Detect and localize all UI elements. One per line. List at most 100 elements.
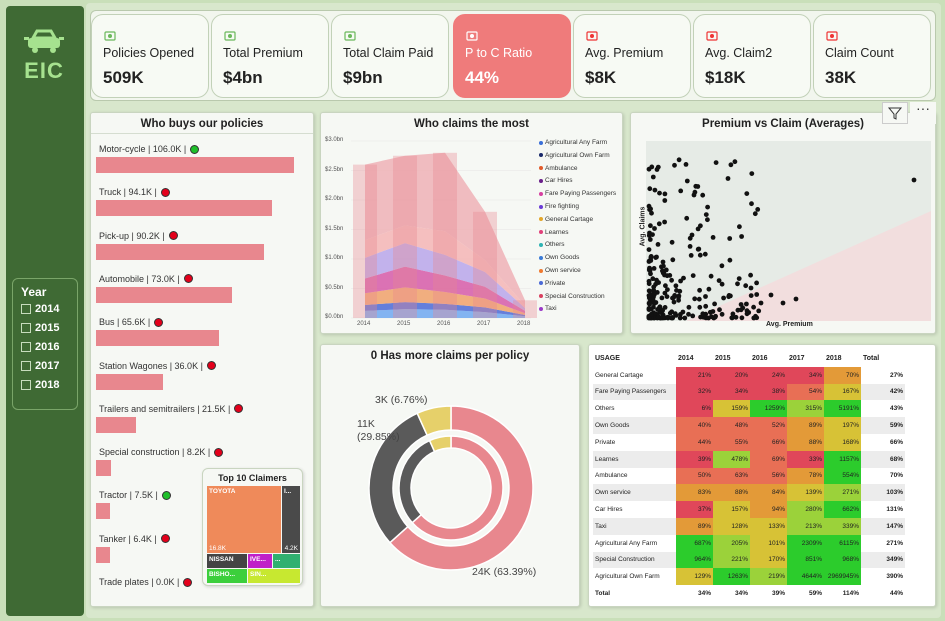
scatter-point	[665, 315, 671, 321]
table-row: Own Goods 40% 48% 52% 89% 197% 59%	[593, 417, 905, 434]
checkbox-icon[interactable]	[21, 380, 31, 390]
treemap-tile[interactable]: ...	[273, 554, 300, 568]
who-claims-panel[interactable]: Who claims the most $3.0bn $2.5bn $2.0bn $1…	[320, 112, 623, 334]
treemap-tile[interactable]: SIN...	[248, 569, 300, 583]
bar[interactable]	[96, 460, 112, 477]
legend-item[interactable]: Fare Paying Passengers	[539, 190, 616, 197]
legend-label: Fire fighting	[545, 203, 579, 210]
legend-item[interactable]: General Cartage	[539, 216, 593, 223]
more-options-button[interactable]: ···	[910, 101, 936, 124]
scatter-point	[650, 232, 655, 237]
filter-button[interactable]	[882, 102, 908, 124]
treemap-tile-label: ...	[275, 556, 281, 563]
legend-label: Learnes	[545, 228, 569, 236]
legend-item[interactable]: Private	[539, 280, 565, 287]
scatter-point	[726, 293, 732, 298]
column-header[interactable]: 2014	[676, 350, 713, 367]
status-red-icon	[168, 231, 178, 241]
scatter-xlabel: Avg. Premium	[766, 321, 813, 328]
legend-item[interactable]: Own Goods	[539, 254, 579, 261]
row-total: 349%	[861, 551, 905, 569]
column-header[interactable]: 2017	[787, 350, 824, 367]
scatter-point	[647, 301, 652, 307]
legend-item[interactable]: Learnes	[539, 229, 569, 236]
year-option-2016[interactable]: 2016	[21, 341, 59, 353]
legend-item[interactable]: Agricultural Any Farm	[539, 139, 607, 146]
treemap-tile[interactable]: NISSAN	[207, 554, 247, 568]
kpi-card-1[interactable]: Total Premium $4bn	[211, 14, 329, 98]
kpi-card-2[interactable]: Total Claim Paid $9bn	[331, 14, 449, 98]
scatter-point	[712, 301, 717, 307]
heat-cell: 89%	[787, 417, 824, 434]
bar[interactable]	[96, 546, 110, 563]
bar[interactable]	[96, 286, 233, 303]
legend-item[interactable]: Fire fighting	[539, 203, 579, 210]
bar[interactable]	[96, 200, 272, 217]
scatter-point	[663, 267, 669, 273]
column-header[interactable]: Total	[861, 350, 905, 367]
column-header[interactable]: USAGE	[593, 350, 676, 367]
bar[interactable]	[96, 157, 294, 173]
who-claims-chart	[351, 140, 537, 319]
legend-item[interactable]: Agricultural Own Farm	[539, 152, 610, 159]
scatter-point	[728, 162, 734, 168]
scatter-point	[690, 273, 696, 278]
year-option-2014[interactable]: 2014	[21, 303, 59, 315]
column-header[interactable]: 2015	[713, 350, 750, 367]
kpi-card-3[interactable]: P to C Ratio 44%	[453, 14, 571, 98]
legend-item[interactable]: Others	[539, 241, 565, 248]
status-red-icon	[183, 577, 193, 587]
scatter-panel[interactable]: Premium vs Claim (Averages) Avg. Premium…	[630, 112, 936, 334]
year-column	[473, 211, 497, 318]
kpi-card-0[interactable]: Policies Opened 509K	[91, 14, 209, 98]
scatter-point	[911, 177, 917, 183]
year-option-2018[interactable]: 2018	[21, 379, 59, 391]
heat-cell: 662%	[824, 501, 861, 518]
top10-claimers-panel[interactable]: Top 10 Claimers TOYOTA 16.8K I... 4.2K NISSA…	[202, 468, 303, 586]
legend-label: Own Goods	[545, 254, 580, 262]
checkbox-icon[interactable]	[21, 304, 31, 314]
scatter-point	[744, 311, 750, 317]
bar[interactable]	[96, 503, 110, 520]
bar[interactable]	[96, 416, 137, 433]
table-header-row: USAGE 2014 2015 2016 2017 2018 Total	[593, 350, 905, 367]
checkbox-icon[interactable]	[21, 323, 31, 333]
bar[interactable]	[96, 243, 265, 260]
checkbox-icon[interactable]	[21, 361, 31, 371]
treemap-tile[interactable]: I... 4.2K	[282, 486, 300, 553]
legend-swatch	[539, 306, 543, 311]
legend-item[interactable]: Special Construction	[539, 293, 605, 300]
heat-cell: 83%	[676, 484, 713, 502]
scatter-point	[654, 254, 659, 260]
top10-title: Top 10 Claimers	[218, 473, 287, 483]
scatter-point	[647, 186, 653, 192]
kpi-card-5[interactable]: Avg. Claim2 $18K	[693, 14, 811, 98]
kpi-card-6[interactable]: Claim Count 38K	[813, 14, 931, 98]
y-tick-label: $1.0bn	[325, 255, 344, 261]
heat-cell: 88%	[787, 433, 824, 451]
treemap-tile[interactable]: BISHO...	[207, 569, 247, 583]
checkbox-icon[interactable]	[21, 342, 31, 352]
legend-item[interactable]: Car Hires	[539, 177, 572, 184]
legend-item[interactable]: Own service	[539, 267, 581, 274]
kpi-card-4[interactable]: Avg. Premium $8K	[573, 14, 691, 98]
legend-item[interactable]: Ambulance	[539, 165, 578, 172]
treemap-tile[interactable]: IVE...	[248, 554, 272, 568]
donut-panel[interactable]: 0 Has more claims per policy 3K (6.76%) …	[320, 344, 580, 607]
treemap-tile[interactable]: TOYOTA 16.8K	[207, 486, 281, 553]
year-option-2015[interactable]: 2015	[21, 322, 59, 334]
scatter-point	[738, 307, 744, 313]
bar-label: Station Wagones | 36.0K |	[99, 361, 216, 371]
bar[interactable]	[96, 330, 219, 347]
table-row: Agricultural Any Farm 687% 205% 101% 2309% 61…	[593, 534, 905, 552]
heat-cell: 221%	[713, 551, 750, 569]
usage-table-panel[interactable]: USAGE 2014 2015 2016 2017 2018 Total General Ca…	[588, 344, 936, 607]
legend-item[interactable]: Taxi	[539, 305, 557, 312]
kpi-label: Avg. Claim2	[705, 46, 773, 60]
scatter-point	[700, 192, 706, 198]
column-header[interactable]: 2018	[824, 350, 861, 367]
bar[interactable]	[96, 373, 164, 390]
column-header[interactable]: 2016	[750, 350, 787, 367]
scatter-point	[673, 283, 679, 289]
year-option-2017[interactable]: 2017	[21, 360, 59, 372]
